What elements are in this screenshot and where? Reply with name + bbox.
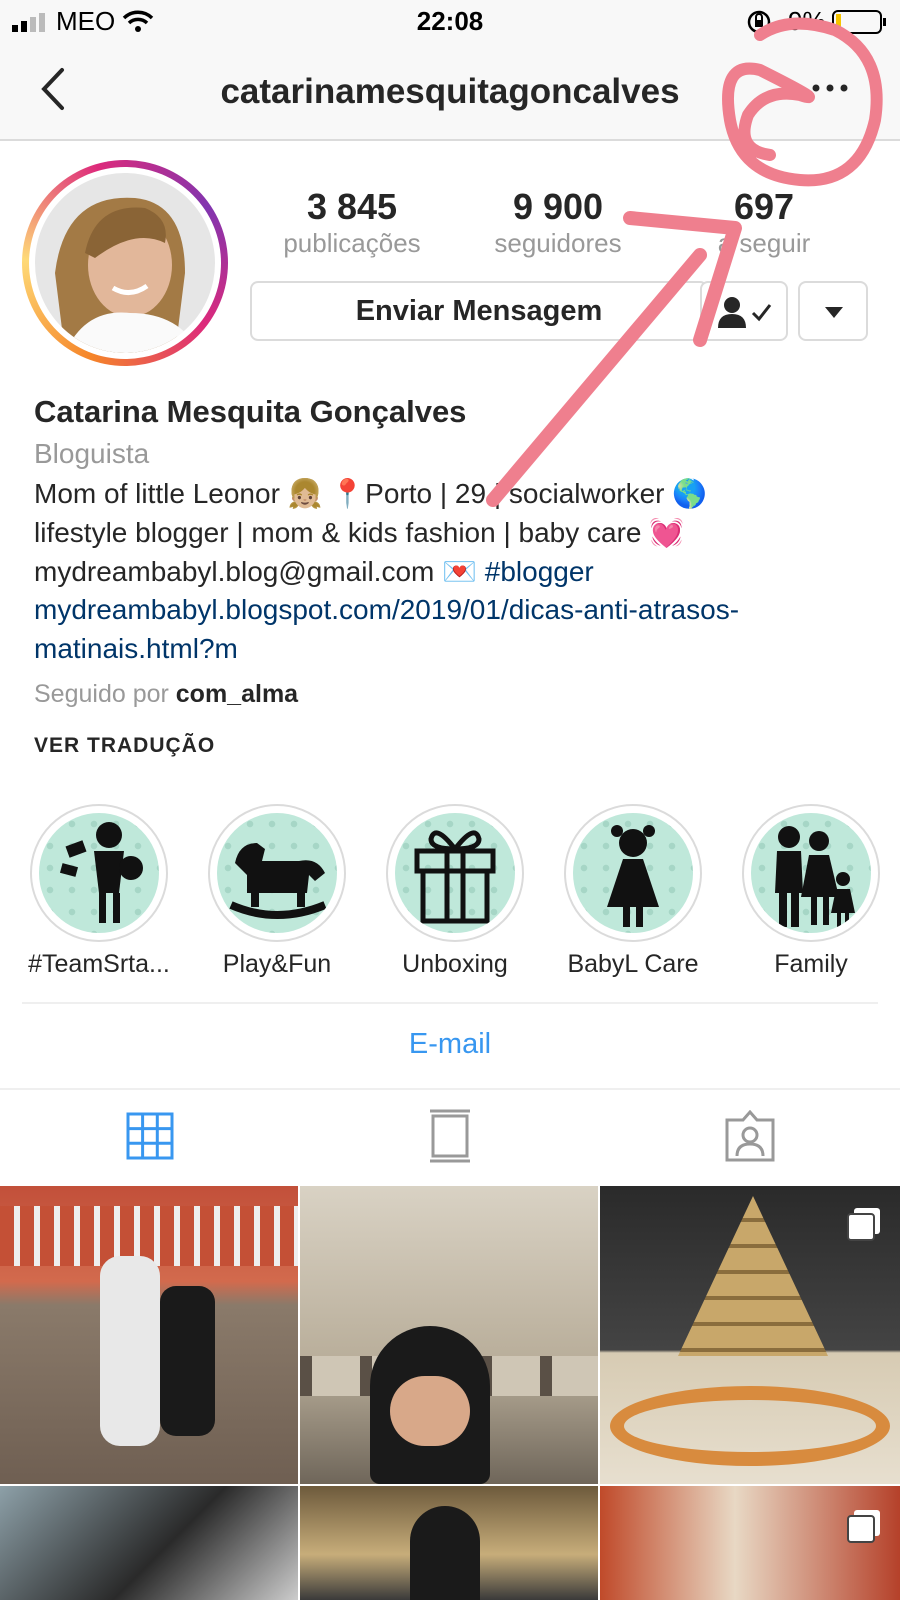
website-link-line-1[interactable]: mydreambabyl.blogspot.com/2019/01/dicas-… (34, 594, 739, 626)
post-thumbnail[interactable] (0, 1186, 298, 1484)
battery-percent: 9% (788, 6, 826, 36)
avatar-story-ring[interactable] (22, 160, 228, 366)
website-link-line-2[interactable]: matinais.html?m (34, 633, 238, 665)
tagged-icon[interactable] (723, 1110, 777, 1162)
bio-line-2: lifestyle blogger | mom & kids fashion |… (34, 517, 685, 548)
following-label[interactable]: a seguir (664, 228, 864, 259)
highlight-3[interactable] (564, 804, 702, 942)
grid-icon[interactable] (126, 1112, 174, 1160)
tabs-top-border (0, 1088, 900, 1090)
followed-by[interactable]: Seguido por com_alma (34, 680, 298, 709)
highlight-label-4: Family (774, 950, 848, 978)
highlight-2[interactable] (386, 804, 524, 942)
following-count[interactable]: 697 (664, 186, 864, 228)
gift-icon (414, 830, 496, 924)
post-thumbnail[interactable] (0, 1486, 298, 1600)
followed-by-prefix: Seguido por (34, 680, 176, 708)
hashtag-link[interactable]: #blogger (485, 556, 594, 587)
profile-category: Bloguista (34, 438, 150, 469)
see-translation-link[interactable]: VER TRADUÇÃO (34, 734, 215, 758)
post-thumbnail[interactable] (600, 1186, 900, 1484)
post-thumbnail[interactable] (300, 1486, 598, 1600)
highlight-label-2: Unboxing (402, 950, 508, 978)
followed-by-user[interactable]: com_alma (176, 680, 298, 708)
feed-icon[interactable] (428, 1108, 472, 1164)
nav-bar: catarinamesquitagoncalves (0, 44, 900, 141)
highlight-0[interactable] (30, 804, 168, 942)
profile-name: Catarina Mesquita Gonçalves (34, 394, 467, 429)
more-options-icon[interactable] (810, 82, 850, 94)
bio-line-1: Mom of little Leonor 👧🏼 📍Porto | 29 | so… (34, 478, 708, 509)
highlight-label-3: BabyL Care (567, 950, 699, 978)
following-button[interactable] (700, 281, 788, 341)
carousel-icon (847, 1510, 880, 1543)
battery-icon (832, 10, 886, 34)
page-title: catarinamesquitagoncalves (220, 72, 680, 111)
posts-count: 3 845 (306, 186, 398, 227)
girl-icon (607, 825, 659, 927)
suggestions-dropdown-button[interactable] (798, 281, 868, 341)
rocking-horse-icon (229, 843, 327, 919)
status-bar: MEO 22:08 9% (0, 0, 900, 44)
triangle-down-icon (825, 307, 843, 318)
email-contact-button[interactable]: E-mail (0, 1028, 900, 1061)
post-thumbnail[interactable] (300, 1186, 598, 1484)
rotation-lock-icon (747, 10, 771, 34)
send-message-label: Enviar Mensagem (355, 295, 603, 327)
post-thumbnail[interactable] (600, 1486, 900, 1600)
highlight-label-0: #TeamSrta... (28, 950, 170, 978)
bio-email: mydreambabyl.blog@gmail.com 💌 (34, 556, 485, 587)
highlight-4[interactable] (742, 804, 880, 942)
family-icon (775, 826, 855, 927)
posts-label: publicações (283, 228, 421, 258)
followers-label[interactable]: seguidores (458, 228, 658, 259)
divider (22, 1002, 878, 1004)
dancing-girl-icon (59, 822, 143, 923)
person-check-icon (718, 297, 772, 328)
highlight-1[interactable] (208, 804, 346, 942)
highlight-label-1: Play&Fun (222, 950, 332, 978)
carousel-icon (847, 1208, 880, 1241)
avatar (35, 173, 215, 353)
send-message-button[interactable]: Enviar Mensagem (250, 281, 708, 341)
followers-count[interactable]: 9 900 (458, 186, 658, 228)
bio-line-3: mydreambabyl.blog@gmail.com 💌 #blogger (34, 555, 594, 588)
